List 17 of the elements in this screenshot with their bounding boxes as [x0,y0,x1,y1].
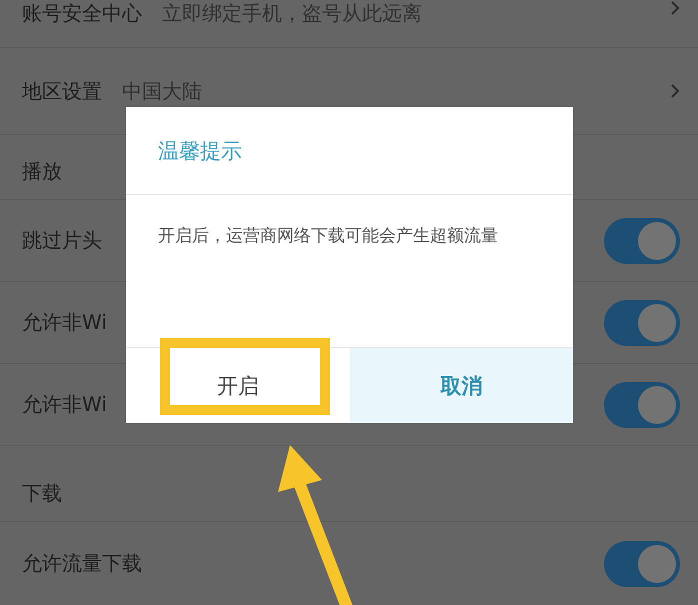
cancel-button[interactable]: 取消 [350,348,573,423]
setting-label: 账号安全中心 [22,0,142,27]
dialog-title: 温馨提示 [158,138,242,164]
chevron-right-icon [670,0,680,16]
setting-label: 地区设置 [22,78,102,104]
setting-label: 跳过片头 [22,227,102,254]
toggle-switch[interactable] [604,300,680,346]
toggle-switch[interactable] [604,382,680,428]
setting-label: 允许流量下载 [22,550,142,577]
setting-label: 允许非Wi [22,309,107,336]
toggle-switch[interactable] [604,540,680,586]
toggle-switch[interactable] [604,218,680,264]
chevron-right-icon [670,83,680,99]
section-heading: 下载 [22,480,62,507]
section-heading: 播放 [22,158,62,185]
setting-label: 允许非Wi [22,391,107,418]
dialog-message: 开启后，运营商网络下载可能会产生超额流量 [157,225,499,248]
